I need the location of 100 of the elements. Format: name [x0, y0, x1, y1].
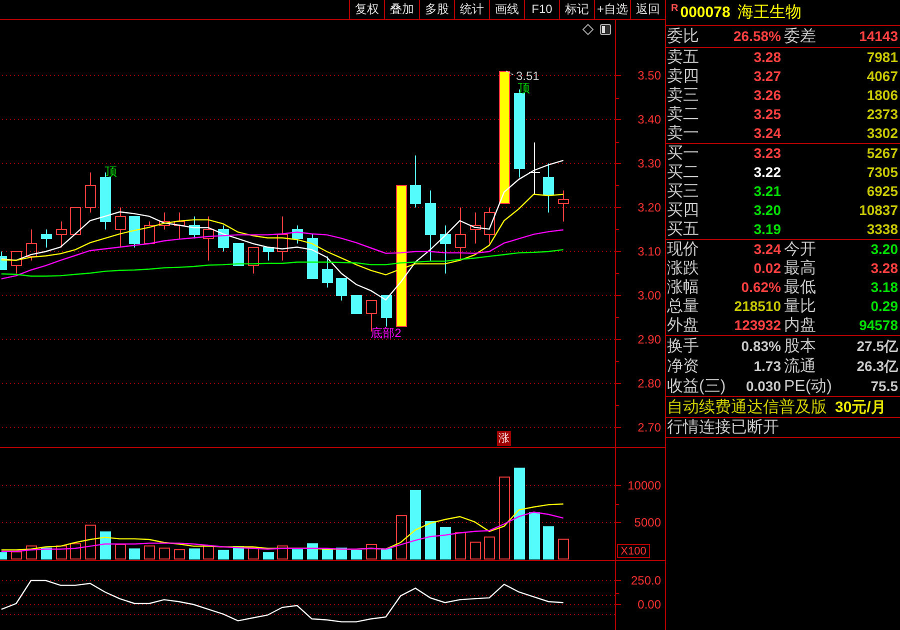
ask-price: 3.24	[754, 124, 781, 143]
quote-value: 1.73	[754, 356, 781, 376]
order-level-label: 卖四	[667, 67, 699, 86]
order-level-label: 买一	[667, 144, 699, 163]
bid-price: 3.20	[754, 201, 781, 220]
quote-label: 总量	[667, 297, 699, 316]
quote-value: 123932	[734, 316, 781, 335]
candlestick	[129, 216, 140, 248]
quote-value: 27.5亿	[856, 336, 898, 356]
diamond-icon[interactable]	[582, 24, 594, 36]
toolbar-button[interactable]: +自选	[594, 0, 630, 19]
candlestick	[233, 243, 244, 266]
quote-label: 流通	[784, 356, 816, 376]
candlestick	[218, 225, 229, 252]
order-level-label: 买五	[667, 220, 699, 239]
order-level-label: 卖三	[667, 86, 699, 105]
axis-label: 3.40	[638, 112, 661, 126]
quote-label: 委差	[784, 27, 816, 46]
ask-price: 3.28	[754, 48, 781, 67]
candlestick	[174, 212, 185, 239]
candlestick	[484, 207, 495, 244]
quote-value: 0.030	[746, 376, 781, 396]
candlestick	[455, 207, 466, 261]
high-price-label: 3.51	[516, 69, 540, 84]
ask-volume: 1806	[866, 86, 898, 105]
axis-label: 2.70	[638, 420, 661, 434]
signal-label: 底部2	[370, 326, 402, 340]
candlestick	[203, 216, 214, 261]
candlestick	[56, 221, 67, 248]
axis-label: 0.00	[638, 598, 661, 612]
quote-label: 委比	[667, 27, 699, 46]
quote-label: 最低	[784, 278, 816, 297]
axis-label: 10000	[628, 478, 661, 492]
candlestick	[277, 216, 288, 261]
bid-volume: 6925	[866, 182, 898, 201]
order-level-label: 买二	[667, 163, 699, 182]
quote-value: 75.5	[870, 376, 898, 396]
ask-volume: 7981	[866, 48, 898, 67]
promo-price: 30元/月	[835, 398, 886, 416]
candlestick	[336, 278, 347, 301]
quote-value: 0.62%	[741, 278, 781, 297]
quote-label: 股本	[784, 336, 816, 356]
order-level-label: 买三	[667, 182, 699, 201]
quote-value: 0.83%	[741, 336, 781, 356]
quote-label: 内盘	[784, 316, 816, 335]
quote-value: 218510	[734, 297, 781, 316]
axis-label: 2.80	[638, 376, 661, 390]
rise-badge: 涨	[497, 431, 511, 446]
candlestick	[381, 295, 392, 327]
quote-value: 94578	[859, 316, 898, 335]
candlestick	[307, 234, 318, 279]
candlestick	[322, 256, 333, 288]
candlestick	[351, 295, 362, 314]
candlestick	[144, 221, 155, 244]
candlestick	[410, 155, 421, 208]
quote-value: 3.20	[870, 240, 898, 259]
quote-label: 涨幅	[667, 278, 699, 297]
candlestick	[425, 190, 436, 261]
axis-label: 3.10	[638, 244, 661, 258]
bid-volume: 7305	[866, 163, 898, 182]
signal-label: 顶	[105, 164, 117, 178]
axis-label: 3.50	[638, 68, 661, 82]
quote-value: 14143	[859, 27, 898, 46]
candlestick	[440, 225, 451, 274]
connection-status: 行情连接已断开	[667, 418, 779, 438]
candlestick	[41, 229, 52, 248]
quote-value: 0.29	[870, 297, 898, 316]
candlestick	[558, 190, 569, 222]
candlestick	[70, 207, 81, 235]
candlestick	[292, 225, 303, 244]
stock-code: 000078	[680, 4, 730, 21]
quote-label: PE(动)	[784, 376, 832, 396]
candlestick	[159, 212, 170, 230]
ask-price: 3.25	[754, 105, 781, 124]
candlestick	[11, 251, 22, 274]
market-label: R	[671, 3, 678, 14]
quote-value: 3.18	[870, 278, 898, 297]
quote-value: 26.58%	[734, 27, 781, 46]
quote-value: 3.28	[870, 259, 898, 278]
candlestick	[248, 247, 259, 274]
order-level-label: 买四	[667, 201, 699, 220]
axis-label: 5000	[634, 516, 661, 530]
panel-toggle-icon[interactable]	[600, 24, 611, 35]
bid-price: 3.22	[754, 163, 781, 182]
doji-candlestick	[528, 142, 540, 195]
ask-volume: 2373	[866, 105, 898, 124]
axis-label: 3.20	[638, 200, 661, 214]
quote-label: 外盘	[667, 316, 699, 335]
candlestick	[26, 229, 37, 261]
bid-volume: 10837	[859, 201, 898, 220]
axis-label: 250.0	[630, 574, 661, 588]
signal-label: 顶	[518, 80, 530, 95]
bid-volume: 3338	[866, 220, 898, 239]
ask-price: 3.26	[754, 86, 781, 105]
order-level-label: 卖五	[667, 48, 699, 67]
quote-label: 现价	[667, 240, 699, 259]
promo-text: 自动续费通达信普及版	[667, 397, 827, 418]
quote-label: 换手	[667, 336, 699, 356]
candlestick	[263, 247, 274, 261]
bid-price: 3.23	[754, 144, 781, 163]
